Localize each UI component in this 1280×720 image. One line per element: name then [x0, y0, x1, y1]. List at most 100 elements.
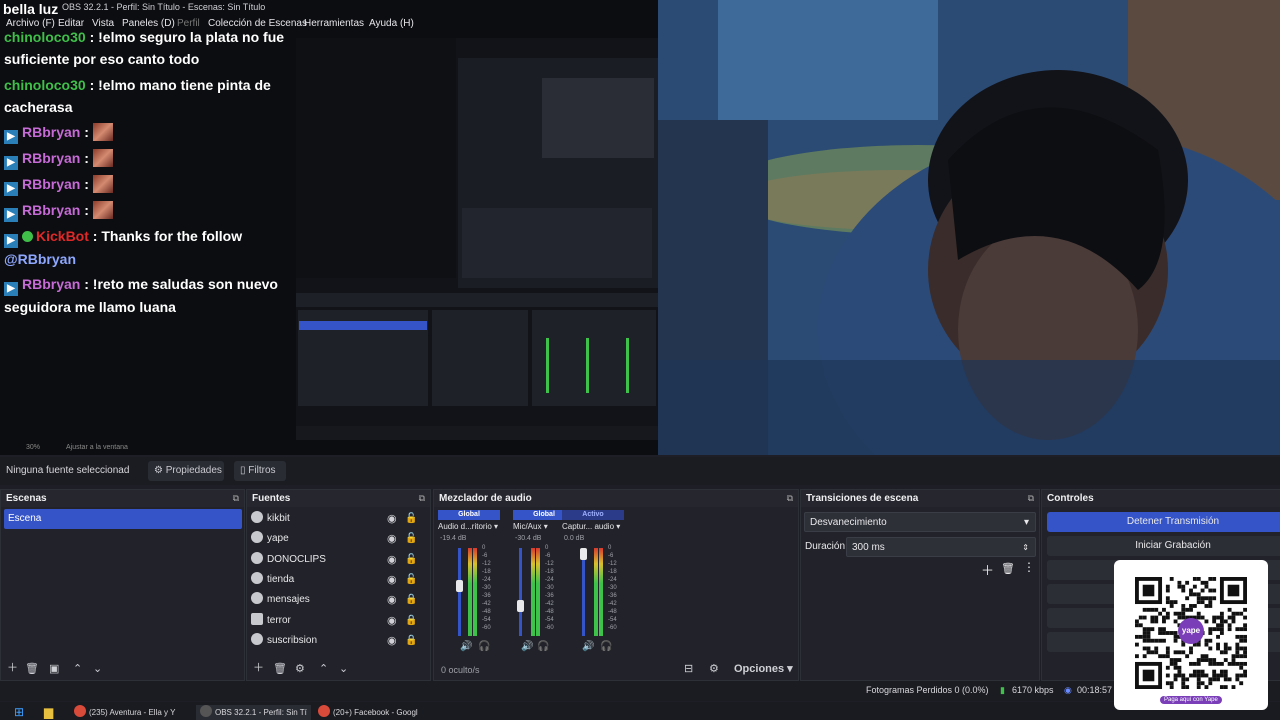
bitrate: 6170 kbps [1012, 685, 1054, 695]
unlock-icon[interactable]: 🔓 [405, 550, 417, 570]
start-recording-button[interactable]: Iniciar Grabación [1047, 536, 1280, 556]
fader-knob[interactable] [517, 600, 524, 612]
browser-source-icon [251, 552, 263, 564]
db-scale: 0 -6 -12 -18 -24 -30 -36 -42 -48 -54 -60 [545, 545, 554, 631]
dropped-frames: Fotogramas Perdidos 0 (0.0%) [866, 685, 989, 695]
move-down-button[interactable]: ⌄ [93, 662, 102, 675]
add-source-button[interactable]: ＋ [253, 659, 264, 675]
duration-spinbox[interactable]: 300 ms ⇕ [846, 537, 1036, 557]
visibility-eye-icon[interactable]: ◉ [387, 631, 397, 651]
filters-button[interactable]: ▯ Filtros [234, 461, 286, 481]
lock-icon[interactable]: 🔒 [405, 590, 417, 610]
mixer-options-button[interactable]: Opciones ▾ [734, 662, 793, 675]
webcam-image [658, 0, 1280, 455]
microphone-icon[interactable]: 🔊 [521, 641, 533, 652]
undock-icon[interactable]: ⧉ [233, 490, 239, 507]
hidden-channels-count[interactable]: 0 oculto/s [441, 665, 480, 675]
remove-transition-button[interactable]: 🗑 [1001, 562, 1015, 575]
scene-item[interactable]: Escena [4, 509, 242, 529]
visibility-eye-icon[interactable]: ◉ [387, 550, 397, 570]
level-meter [531, 548, 535, 636]
nested-preview-mirror [296, 38, 658, 440]
windows-start-icon[interactable]: ⊞ [14, 705, 24, 720]
monitor-headphones-icon[interactable]: 🎧 [478, 641, 490, 652]
undock-icon[interactable]: ⧉ [1028, 490, 1034, 507]
add-transition-button[interactable]: ＋ [981, 560, 994, 579]
remove-source-button[interactable]: 🗑 [273, 662, 287, 675]
visibility-eye-icon[interactable]: ◉ [387, 529, 397, 549]
visibility-eye-icon[interactable]: ◉ [387, 590, 397, 610]
lock-icon[interactable]: 🔒 [405, 611, 417, 631]
source-item[interactable]: suscribsion ◉ 🔒 [251, 631, 419, 651]
volume-fader[interactable] [519, 548, 522, 636]
taskbar-item-obs[interactable]: OBS 32.2.1 - Perfil: Sin Tí [196, 705, 311, 720]
sources-dock: Fuentes ⧉ kikbit ◉ 🔓 yape ◉ 🔓 DONOCLIPS ◉ 🔓 tie… [246, 489, 431, 681]
move-up-button[interactable]: ⌃ [319, 662, 328, 675]
source-item[interactable]: mensajes ◉ 🔒 [251, 590, 419, 610]
chat-text: : Thanks for the follow [92, 228, 243, 244]
chat-username: RBbryan [22, 276, 81, 292]
stepper-icon: ⇕ [1022, 543, 1029, 552]
volume-fader[interactable] [458, 548, 461, 636]
db-scale: 0 -6 -12 -18 -24 -30 -36 -42 -48 -54 -60 [482, 545, 491, 631]
remove-scene-button[interactable]: 🗑 [25, 662, 39, 675]
undock-icon[interactable]: ⧉ [419, 490, 425, 507]
source-item[interactable]: DONOCLIPS ◉ 🔓 [251, 550, 419, 570]
move-up-button[interactable]: ⌃ [73, 662, 82, 675]
chat-username: KickBot [36, 228, 89, 244]
window-source-icon [251, 613, 263, 625]
mixer-layout-icon[interactable]: ⊟ [684, 662, 693, 675]
fader-knob[interactable] [580, 548, 587, 560]
unlock-icon[interactable]: 🔓 [405, 529, 417, 549]
prime-icon: ▶ [4, 234, 18, 248]
taskbar-item-facebook[interactable]: (20+) Facebook - Googl [318, 705, 418, 720]
menu-help[interactable]: Ayuda (H) [369, 18, 414, 29]
emote-icon [92, 123, 113, 141]
webcam-feed [658, 0, 1280, 455]
scene-filters-button[interactable]: ▣ [49, 662, 59, 675]
undock-icon[interactable]: ⧉ [787, 490, 793, 507]
volume-fader[interactable] [582, 548, 585, 636]
zoom-fit[interactable]: Ajustar a la ventana [66, 444, 128, 451]
taskbar-item-chrome[interactable]: (235) Aventura - Ella y Y [74, 705, 175, 720]
chat-text: : [84, 176, 89, 192]
file-explorer-icon[interactable]: ▆ [44, 705, 53, 720]
source-item[interactable]: kikbit ◉ 🔓 [251, 509, 419, 529]
mixer-channel: Global Audio d...ritorio ▾ -19.4 dB 0 -6-… [438, 508, 508, 658]
visibility-eye-icon[interactable]: ◉ [387, 570, 397, 590]
channel-volume-db: -19.4 dB [440, 535, 467, 542]
advanced-audio-icon[interactable]: ⚙ [709, 662, 719, 675]
visibility-eye-icon[interactable]: ◉ [387, 611, 397, 631]
add-scene-button[interactable]: ＋ [7, 659, 18, 675]
chrome-icon [318, 705, 330, 717]
source-item[interactable]: yape ◉ 🔓 [251, 529, 419, 549]
emote-icon [92, 175, 113, 193]
yape-caption: Paga aquí con Yape [1160, 696, 1222, 704]
speaker-icon[interactable]: 🔊 [460, 641, 472, 652]
source-item[interactable]: tienda ◉ 🔓 [251, 570, 419, 590]
channel-name[interactable]: Captur... audio ▾ [562, 522, 620, 531]
fader-knob[interactable] [456, 580, 463, 592]
channel-name[interactable]: Mic/Aux ▾ [513, 522, 548, 531]
source-settings-button[interactable]: ⚙ [295, 662, 305, 675]
properties-button[interactable]: ⚙ Propiedades [148, 461, 224, 481]
yape-logo: yape [1178, 618, 1204, 644]
stop-streaming-button[interactable]: Detener Transmisión [1047, 512, 1280, 532]
menu-tools[interactable]: Herramientas [304, 18, 364, 29]
transition-select[interactable]: Desvanecimiento ▾ [804, 512, 1036, 532]
unlock-icon[interactable]: 🔓 [405, 509, 417, 529]
transition-menu-icon[interactable]: ⋮ [1023, 560, 1035, 574]
monitor-headphones-icon[interactable]: 🎧 [537, 641, 549, 652]
obs-preview[interactable]: bella luz OBS 32.2.1 - Perfil: Sin Títul… [0, 0, 1280, 455]
monitor-off-icon[interactable]: 🎧 [600, 641, 612, 652]
chat-message: ▶ RBbryan : [4, 147, 290, 170]
visibility-eye-icon[interactable]: ◉ [387, 509, 397, 529]
lock-icon[interactable]: 🔒 [405, 631, 417, 651]
source-item[interactable]: terror ◉ 🔒 [251, 611, 419, 631]
speaker-icon[interactable]: 🔊 [582, 641, 594, 652]
channel-name[interactable]: Audio d...ritorio ▾ [438, 522, 498, 531]
emote-icon [92, 149, 113, 167]
move-down-button[interactable]: ⌄ [339, 662, 348, 675]
unlock-icon[interactable]: 🔓 [405, 570, 417, 590]
zoom-level[interactable]: 30% [26, 444, 40, 451]
